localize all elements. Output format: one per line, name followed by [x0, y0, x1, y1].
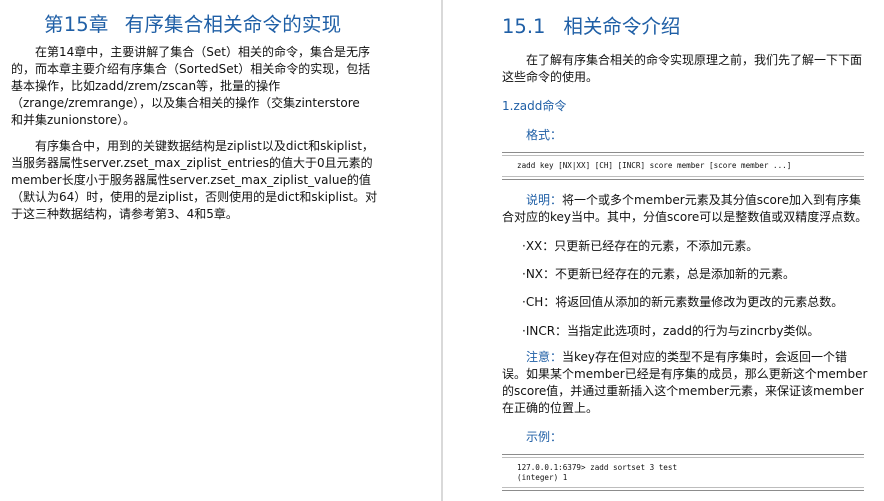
right-page: 15.1 相关命令介绍 在了解有序集合相关的命令实现原理之前，我们先了解一下下面 … — [443, 0, 884, 501]
text-line: 注意：当key存在但对应的类型不是有序集时，会返回一个错 — [502, 349, 864, 366]
example-code-inner: 127.0.0.1:6379> zadd sortset 3 test (int… — [502, 457, 864, 488]
section-number: 15.1 — [502, 15, 546, 38]
text-line: 基本操作，比如zadd/zrem/zscan等，批量的操作 — [11, 79, 281, 93]
example-code-block: 127.0.0.1:6379> zadd sortset 3 test (int… — [502, 454, 864, 491]
example-label: 示例： — [526, 430, 563, 444]
note-paragraph: 注意：当key存在但对应的类型不是有序集时，会返回一个错 误。如果某个membe… — [502, 349, 868, 417]
description-paragraph: 说明：将一个或多个member元素及其分值score加入到有序集 合对应的key… — [502, 192, 868, 226]
note-label: 注意： — [526, 350, 563, 364]
option-incr: ·INCR：当指定此选项时，zadd的行为与zincrby类似。 — [522, 324, 820, 338]
chapter-intro-paragraph: 在第14章中，主要讲解了集合（Set）相关的命令，集合是无序 的，而本章主要介绍… — [11, 44, 383, 129]
text-line: 在正确的位置上。 — [502, 401, 599, 415]
option-xx: ·XX：只更新已经存在的元素，不添加元素。 — [522, 239, 759, 253]
text-line: （默认为64）时，使用的是ziplist，否则使用的是dict和skiplist… — [11, 190, 378, 204]
example-line: 127.0.0.1:6379> zadd sortset 3 test — [517, 463, 678, 472]
text-line: 的score值，并通过重新插入这个member元素，来保证该member — [502, 384, 864, 398]
description-label: 说明： — [526, 193, 563, 207]
text-line: 说明：将一个或多个member元素及其分值score加入到有序集 — [502, 192, 864, 209]
text-line: 于这三种数据结构，请参考第3、4和5章。 — [11, 207, 238, 221]
text-line: member长度小于服务器属性server.zset_max_ziplist_v… — [11, 173, 371, 187]
left-page: 第15章 有序集合相关命令的实现 在第14章中，主要讲解了集合（Set）相关的命令… — [0, 0, 441, 501]
book-spread: 第15章 有序集合相关命令的实现 在第14章中，主要讲解了集合（Set）相关的命令… — [0, 0, 884, 501]
text-line: 在第14章中，主要讲解了集合（Set）相关的命令，集合是无序 — [35, 45, 370, 59]
note-text: 当key存在但对应的类型不是有序集时，会返回一个错 — [562, 350, 848, 364]
syntax-code-inner: zadd key [NX|XX] [CH] [INCR] score membe… — [502, 155, 864, 177]
format-label: 格式： — [526, 128, 563, 142]
text-line: 的，而本章主要介绍有序集合（SortedSet）相关命令的实现，包括 — [11, 62, 371, 76]
syntax-line: zadd key [NX|XX] [CH] [INCR] score membe… — [517, 161, 792, 170]
text-line: 当服务器属性server.zset_max_ziplist_entries的值大… — [11, 156, 373, 170]
section-title: 15.1 相关命令介绍 — [502, 10, 680, 39]
text-line: 合对应的key当中。其中，分值score可以是整数值或双精度浮点数。 — [502, 210, 868, 224]
chapter-title: 第15章 有序集合相关命令的实现 — [44, 8, 341, 37]
text-line: 这些命令的使用。 — [502, 70, 599, 84]
chapter-title-text: 有序集合相关命令的实现 — [124, 13, 342, 36]
text-line: 和并集zunionstore）。 — [11, 113, 136, 127]
option-nx: ·NX：不更新已经存在的元素，总是添加新的元素。 — [522, 267, 796, 281]
section-title-text: 相关命令介绍 — [563, 15, 681, 38]
example-line: (integer) 1 — [517, 472, 568, 482]
option-ch: ·CH：将返回值从添加的新元素数量修改为更改的元素总数。 — [522, 295, 844, 309]
subsection-heading: 1.zadd命令 — [502, 99, 567, 113]
syntax-code-block: zadd key [NX|XX] [CH] [INCR] score membe… — [502, 152, 864, 180]
chapter-number: 第15章 — [44, 13, 109, 36]
text-line: 误。如果某个member已经是有序集的成员，那么更新这个member — [502, 367, 868, 381]
text-line: 有序集合中，用到的关键数据结构是ziplist以及dict和skiplist， — [35, 139, 374, 153]
description-text: 将一个或多个member元素及其分值score加入到有序集 — [562, 193, 861, 207]
text-line: 在了解有序集合相关的命令实现原理之前，我们先了解一下下面 — [526, 53, 863, 67]
text-line: （zrange/zremrange），以及集合相关的操作（交集zintersto… — [11, 96, 360, 110]
section-intro-paragraph: 在了解有序集合相关的命令实现原理之前，我们先了解一下下面 这些命令的使用。 — [502, 52, 864, 86]
chapter-detail-paragraph: 有序集合中，用到的关键数据结构是ziplist以及dict和skiplist， … — [11, 138, 383, 223]
